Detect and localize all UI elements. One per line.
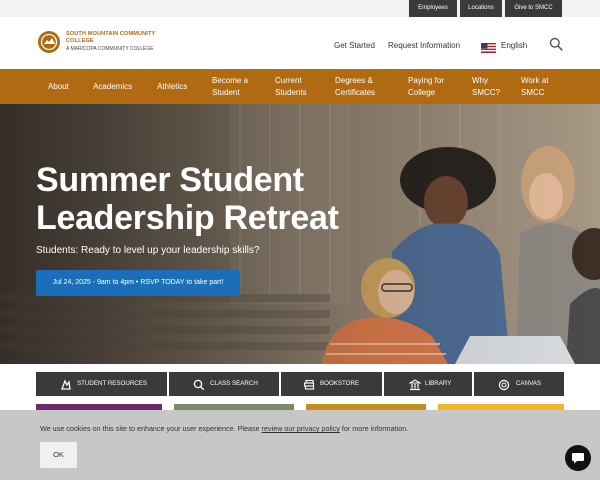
quick-link-library[interactable]: Library (384, 372, 472, 396)
locations-link[interactable]: Locations (460, 0, 502, 17)
give-to-smcc-link[interactable]: Give to SMCC (505, 0, 562, 17)
chat-bubble-icon (572, 453, 584, 464)
quick-link-canvas[interactable]: Canvas (474, 372, 564, 396)
search-icon (193, 378, 205, 391)
quick-links-bar: Student Resources Class Search Bookstore… (36, 372, 564, 396)
utility-bar: Employees Locations Give to SMCC (0, 0, 600, 17)
request-information-link[interactable]: Request Information (388, 41, 460, 50)
cookie-ok-button[interactable]: OK (40, 442, 77, 468)
quick-link-bookstore[interactable]: Bookstore (281, 372, 382, 396)
nav-why-smcc[interactable]: Why SMCC? (472, 75, 500, 99)
logo-name: SOUTH MOUNTAIN COMMUNITY COLLEGE (66, 31, 156, 44)
get-started-link[interactable]: Get Started (334, 41, 375, 50)
nav-become-a-student[interactable]: Become a Student (212, 75, 248, 99)
us-flag-icon (481, 40, 496, 53)
nav-degrees-certificates[interactable]: Degrees & Certificates (335, 75, 375, 99)
chat-button[interactable] (565, 445, 591, 471)
language-selector[interactable]: English (501, 41, 527, 50)
quick-link-class-search[interactable]: Class Search (169, 372, 279, 396)
student-resources-icon (60, 378, 72, 390)
main-nav: About Academics Athletics Become a Studen… (0, 69, 600, 104)
quick-link-student-resources[interactable]: Student Resources (36, 372, 167, 396)
privacy-policy-link[interactable]: review our privacy policy (262, 424, 340, 433)
rsvp-button[interactable]: Jul 24, 2025 - 9am to 4pm • RSVP TODAY t… (36, 270, 240, 296)
library-icon (408, 378, 422, 391)
nav-paying-for-college[interactable]: Paying for College (408, 75, 444, 99)
nav-about[interactable]: About (48, 81, 69, 93)
hero-title: Summer Student Leadership Retreat (36, 161, 339, 237)
logo-subtitle: A MARICOPA COMMUNITY COLLEGE (66, 46, 154, 52)
cookie-message: We use cookies on this site to enhance y… (40, 424, 409, 433)
search-icon[interactable] (549, 37, 563, 51)
nav-current-students[interactable]: Current Students (275, 75, 307, 99)
nav-work-at-smcc[interactable]: Work at SMCC (521, 75, 548, 99)
nav-academics[interactable]: Academics (93, 81, 132, 93)
canvas-icon (498, 378, 510, 391)
logo-mark-icon (38, 31, 60, 53)
college-logo[interactable]: SOUTH MOUNTAIN COMMUNITY COLLEGE A MARIC… (38, 31, 168, 55)
cookie-banner: We use cookies on this site to enhance y… (0, 410, 600, 480)
books-icon (303, 378, 315, 390)
site-header: SOUTH MOUNTAIN COMMUNITY COLLEGE A MARIC… (0, 17, 600, 69)
hero-banner: Summer Student Leadership Retreat Studen… (0, 104, 600, 364)
hero-subtitle: Students: Ready to level up your leaders… (36, 245, 260, 256)
employees-link[interactable]: Employees (409, 0, 457, 17)
nav-athletics[interactable]: Athletics (157, 81, 187, 93)
